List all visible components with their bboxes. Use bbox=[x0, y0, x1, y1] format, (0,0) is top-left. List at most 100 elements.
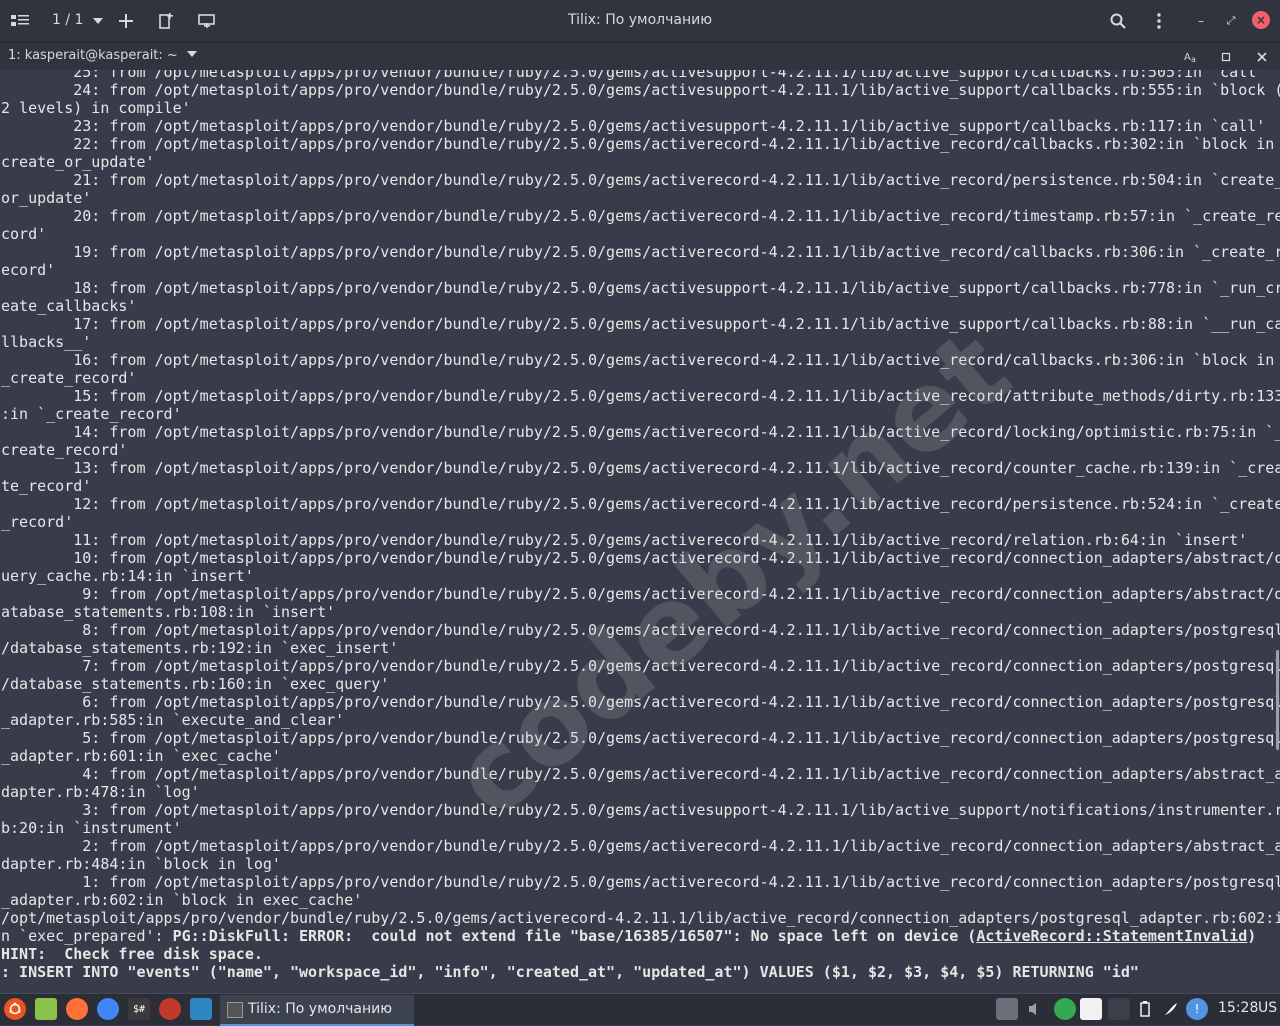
terminal-line: create_or_update' bbox=[1, 153, 155, 171]
menu-icon[interactable] bbox=[1147, 9, 1171, 33]
terminal-line: 17: from /opt/metasploit/apps/pro/vendor… bbox=[1, 315, 1280, 333]
terminal-line: dapter.rb:478:in `log' bbox=[1, 783, 200, 801]
minimize-icon[interactable]: – bbox=[1189, 9, 1213, 33]
sql-line: : INSERT INTO "events" ("name", "workspa… bbox=[1, 963, 1139, 981]
terminal-line: te_record' bbox=[1, 477, 92, 495]
error-prefix: n `exec_prepared': bbox=[1, 927, 173, 945]
terminal-text: 25: from /opt/metasploit/apps/pro/vendor… bbox=[1, 70, 1280, 981]
add-terminal-right-icon[interactable] bbox=[154, 9, 178, 33]
terminal-launcher-icon[interactable]: $# bbox=[128, 998, 150, 1020]
error-close: ) bbox=[1247, 927, 1257, 945]
terminal-line: 2: from /opt/metasploit/apps/pro/vendor/… bbox=[1, 837, 1280, 855]
chrome-icon[interactable] bbox=[97, 998, 119, 1020]
show-desktop-icon[interactable] bbox=[190, 998, 212, 1020]
taskbar-window-button[interactable]: Tilix: По умолчанию bbox=[220, 995, 414, 1026]
terminal-line: 5: from /opt/metasploit/apps/pro/vendor/… bbox=[1, 729, 1280, 747]
window-title: Tilix: По умолчанию bbox=[567, 12, 713, 28]
terminal-line: 19: from /opt/metasploit/apps/pro/vendor… bbox=[1, 243, 1280, 261]
terminal-line: _create_record' bbox=[1, 369, 137, 387]
sidebar-toggle-icon[interactable] bbox=[8, 9, 32, 33]
terminal-line: 2 levels) in compile' bbox=[1, 99, 191, 117]
terminal-line: 21: from /opt/metasploit/apps/pro/vendor… bbox=[1, 171, 1280, 189]
taskbar: $# Tilix: По умолчанию ! 15:28 US bbox=[0, 993, 1280, 1026]
terminal-line: 16: from /opt/metasploit/apps/pro/vendor… bbox=[1, 351, 1275, 369]
terminal-line: create_record' bbox=[1, 441, 128, 459]
terminal-line: /database_statements.rb:160:in `exec_que… bbox=[1, 675, 390, 693]
browser-icon[interactable] bbox=[159, 998, 181, 1020]
network-icon[interactable] bbox=[996, 998, 1018, 1020]
terminal-line: _adapter.rb:601:in `exec_cache' bbox=[1, 747, 281, 765]
terminal-line: llbacks__' bbox=[1, 333, 92, 351]
keyboard-layout[interactable]: US bbox=[1258, 1000, 1277, 1016]
terminal-line: /opt/metasploit/apps/pro/vendor/bundle/r… bbox=[1, 909, 1280, 927]
terminal-title[interactable]: 1: kasperait@kasperait: ~ bbox=[8, 48, 178, 63]
terminal-line: 23: from /opt/metasploit/apps/pro/vendor… bbox=[1, 117, 1266, 135]
firefox-icon[interactable] bbox=[66, 998, 88, 1020]
title-bar: 1 / 1 Tilix: По умолчанию – ⤢ × bbox=[0, 0, 1280, 42]
terminal-line: :in `_create_record' bbox=[1, 405, 182, 423]
svg-text:a: a bbox=[1191, 55, 1196, 64]
scrollbar-thumb[interactable] bbox=[1276, 650, 1279, 750]
terminal-header: 1: kasperait@kasperait: ~ Aa bbox=[0, 42, 1280, 71]
terminal-line: 12: from /opt/metasploit/apps/pro/vendor… bbox=[1, 495, 1280, 513]
terminal-line: cord' bbox=[1, 225, 47, 243]
terminal-line: _record' bbox=[1, 513, 74, 531]
maximize-icon[interactable]: ⤢ bbox=[1219, 9, 1243, 33]
read-only-icon[interactable]: Aa bbox=[1183, 48, 1201, 66]
terminal-line: 8: from /opt/metasploit/apps/pro/vendor/… bbox=[1, 621, 1280, 639]
terminal-line: or_update' bbox=[1, 189, 92, 207]
error-class-link[interactable]: ActiveRecord::StatementInvalid bbox=[976, 927, 1247, 945]
terminal-line: atabase_statements.rb:108:in `insert' bbox=[1, 603, 336, 621]
terminal-line: 15: from /opt/metasploit/apps/pro/vendor… bbox=[1, 387, 1280, 405]
add-session-icon[interactable] bbox=[114, 9, 138, 33]
add-terminal-down-icon[interactable] bbox=[195, 9, 219, 33]
hint-line: HINT: Check free disk space. bbox=[1, 945, 263, 963]
terminal-line: 24: from /opt/metasploit/apps/pro/vendor… bbox=[1, 81, 1280, 99]
feather-icon[interactable] bbox=[1160, 998, 1182, 1020]
chevron-down-icon[interactable] bbox=[86, 9, 110, 33]
chrome-tray-icon[interactable] bbox=[1054, 998, 1076, 1020]
error-message: PG::DiskFull: ERROR: could not extend fi… bbox=[172, 927, 977, 945]
app-menu-icon[interactable] bbox=[4, 998, 26, 1020]
terminal-error-line: n `exec_prepared': PG::DiskFull: ERROR: … bbox=[1, 927, 1280, 945]
terminal-line: 3: from /opt/metasploit/apps/pro/vendor/… bbox=[1, 801, 1280, 819]
terminal-line: 11: from /opt/metasploit/apps/pro/vendor… bbox=[1, 531, 1248, 549]
terminal-line: 13: from /opt/metasploit/apps/pro/vendor… bbox=[1, 459, 1280, 477]
terminal-output[interactable]: 25: from /opt/metasploit/apps/pro/vendor… bbox=[0, 70, 1280, 996]
notes-icon[interactable] bbox=[1080, 998, 1102, 1020]
terminal-line: _adapter.rb:602:in `block in exec_cache' bbox=[1, 891, 363, 909]
terminal-line: uery_cache.rb:14:in `insert' bbox=[1, 567, 254, 585]
terminal-line: 4: from /opt/metasploit/apps/pro/vendor/… bbox=[1, 765, 1280, 783]
taskbar-window-label: Tilix: По умолчанию bbox=[248, 1001, 393, 1017]
chevron-down-icon[interactable] bbox=[187, 51, 197, 57]
battery-icon[interactable] bbox=[1134, 998, 1156, 1020]
terminal-line: 1: from /opt/metasploit/apps/pro/vendor/… bbox=[1, 873, 1280, 891]
terminal-line: 9: from /opt/metasploit/apps/pro/vendor/… bbox=[1, 585, 1280, 603]
volume-icon[interactable] bbox=[1025, 998, 1047, 1020]
search-icon[interactable] bbox=[1106, 9, 1130, 33]
files-icon[interactable] bbox=[35, 998, 57, 1020]
close-icon[interactable]: × bbox=[1252, 11, 1270, 29]
terminal-line: dapter.rb:484:in `block in log' bbox=[1, 855, 281, 873]
close-terminal-icon[interactable] bbox=[1253, 48, 1271, 66]
notifications-icon[interactable]: ! bbox=[1186, 998, 1208, 1020]
maximize-terminal-icon[interactable] bbox=[1217, 48, 1235, 66]
terminal-line: _adapter.rb:585:in `execute_and_clear' bbox=[1, 711, 345, 729]
tilix-window-icon bbox=[227, 1002, 243, 1018]
terminal-line: /database_statements.rb:192:in `exec_ins… bbox=[1, 639, 399, 657]
terminal-line: ecord' bbox=[1, 261, 56, 279]
terminal-line: 10: from /opt/metasploit/apps/pro/vendor… bbox=[1, 549, 1280, 567]
terminal-line: 6: from /opt/metasploit/apps/pro/vendor/… bbox=[1, 693, 1280, 711]
workspace-icon[interactable] bbox=[1108, 998, 1130, 1020]
terminal-line: eate_callbacks' bbox=[1, 297, 137, 315]
terminal-line: 7: from /opt/metasploit/apps/pro/vendor/… bbox=[1, 657, 1280, 675]
terminal-line: 18: from /opt/metasploit/apps/pro/vendor… bbox=[1, 279, 1280, 297]
svg-text:A: A bbox=[1184, 52, 1191, 63]
terminal-line: b:20:in `instrument' bbox=[1, 819, 182, 837]
terminal-line: 14: from /opt/metasploit/apps/pro/vendor… bbox=[1, 423, 1280, 441]
terminal-line: 22: from /opt/metasploit/apps/pro/vendor… bbox=[1, 135, 1275, 153]
terminal-line: 20: from /opt/metasploit/apps/pro/vendor… bbox=[1, 207, 1280, 225]
terminal-line: 25: from /opt/metasploit/apps/pro/vendor… bbox=[1, 70, 1266, 81]
session-counter[interactable]: 1 / 1 bbox=[52, 12, 83, 28]
clock[interactable]: 15:28 bbox=[1218, 1000, 1258, 1016]
